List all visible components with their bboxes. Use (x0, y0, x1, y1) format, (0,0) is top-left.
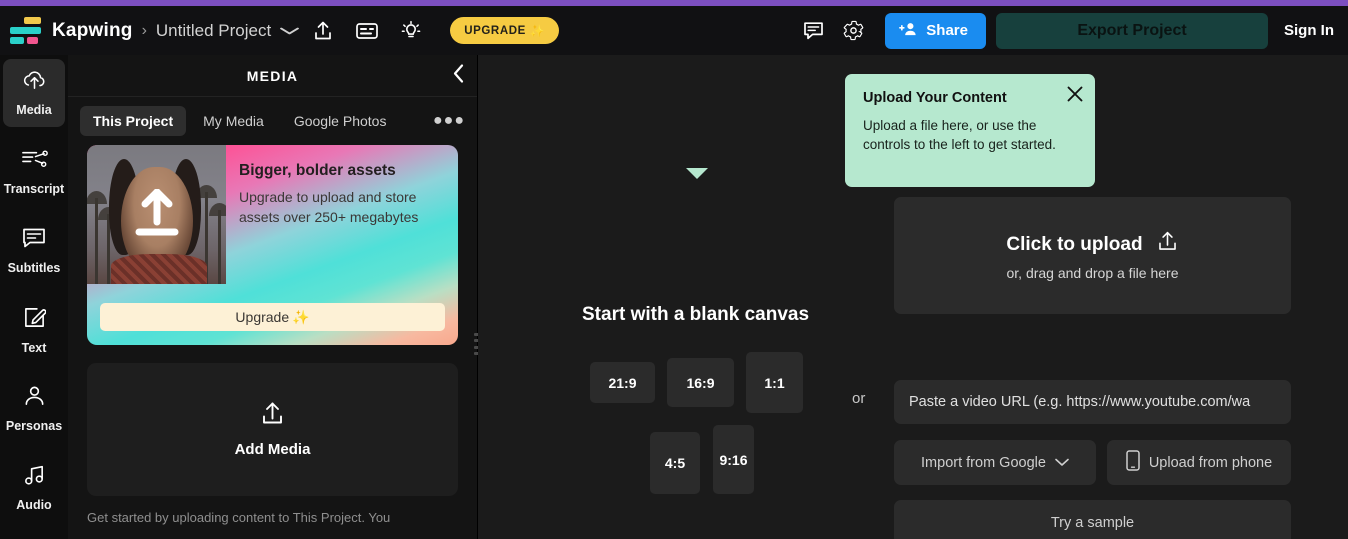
click-to-upload-dropzone[interactable]: Click to upload or, drag and drop a file… (894, 197, 1291, 314)
media-panel-header: MEDIA (68, 55, 477, 97)
lightbulb-icon[interactable] (394, 14, 428, 48)
breadcrumb-separator: › (141, 21, 147, 39)
upload-main-label: Click to upload (1006, 233, 1143, 255)
close-icon[interactable] (1066, 85, 1084, 103)
left-navigation-rail: Media Transcript Subtitles Text Personas… (0, 55, 68, 539)
sidebar-item-transcript[interactable]: Transcript (3, 138, 65, 206)
add-media-dropzone[interactable]: Add Media (87, 363, 458, 496)
upload-main-row: Click to upload (1006, 230, 1178, 259)
sidebar-item-label: Transcript (3, 182, 65, 196)
media-panel-footer-note: Get started by uploading content to This… (87, 510, 391, 525)
upload-sub-label: or, drag and drop a file here (1006, 265, 1179, 281)
chevron-down-icon (1055, 455, 1069, 471)
export-project-button[interactable]: Export Project (996, 12, 1268, 49)
sidebar-item-subtitles[interactable]: Subtitles (3, 217, 65, 285)
phone-icon (1126, 450, 1140, 475)
captions-icon[interactable] (350, 14, 384, 48)
ratio-button-1-1[interactable]: 1:1 (746, 352, 803, 413)
sign-in-button[interactable]: Sign In (1284, 22, 1334, 39)
promo-body: Upgrade to upload and store assets over … (239, 189, 419, 226)
sidebar-item-text[interactable]: Text (3, 296, 65, 364)
promo-upgrade-button[interactable]: Upgrade ✨ (100, 303, 445, 331)
upload-phone-label: Upload from phone (1148, 454, 1273, 471)
header-right-group: Share Export Project Sign In (795, 12, 1348, 49)
tab-google-photos[interactable]: Google Photos (281, 106, 400, 136)
media-panel: MEDIA This Project My Media Google Photo… (68, 55, 477, 539)
ratio-button-21-9[interactable]: 21:9 (590, 362, 655, 403)
more-horizontal-icon[interactable]: ●●● (433, 113, 465, 129)
blank-canvas-title: Start with a blank canvas (582, 304, 810, 325)
sidebar-item-label: Personas (5, 419, 63, 433)
project-name[interactable]: Untitled Project (156, 21, 271, 41)
upload-icon (1156, 230, 1179, 259)
sparkle-icon: ✨ (292, 308, 310, 325)
video-url-input[interactable] (894, 380, 1291, 424)
text-edit-icon (23, 306, 47, 334)
add-person-icon (899, 21, 918, 41)
or-separator-label: or (852, 390, 866, 407)
ratio-button-16-9[interactable]: 16:9 (667, 358, 734, 407)
tooltip-arrow (686, 168, 708, 179)
upload-arrow-overlay-icon (129, 188, 185, 241)
brand-name[interactable]: Kapwing (52, 20, 133, 42)
project-dropdown-chevron-down-icon[interactable] (280, 23, 300, 38)
sidebar-item-label: Subtitles (7, 261, 61, 275)
sidebar-item-media[interactable]: Media (3, 59, 65, 127)
upgrade-promo-card[interactable]: Bigger, bolder assets Upgrade to upload … (87, 145, 458, 345)
add-media-label: Add Media (234, 441, 311, 458)
music-note-icon (23, 464, 46, 491)
sidebar-item-audio[interactable]: Audio (3, 454, 65, 522)
panel-title: MEDIA (246, 67, 299, 84)
share-button[interactable]: Share (885, 12, 986, 49)
import-google-label: Import from Google (921, 454, 1046, 471)
ratio-button-4-5[interactable]: 4:5 (650, 432, 700, 494)
collapse-panel-chevron-left-icon[interactable] (452, 63, 465, 88)
gear-icon[interactable] (835, 13, 871, 49)
import-from-google-button[interactable]: Import from Google (894, 440, 1096, 485)
canvas-stage: Upload Your Content Upload a file here, … (478, 55, 1348, 539)
promo-upgrade-label: Upgrade (235, 309, 290, 325)
promo-heading: Bigger, bolder assets (239, 162, 396, 179)
cloud-upload-icon (22, 69, 47, 96)
share-label: Share (926, 22, 968, 39)
kapwing-editor-window: Kapwing › Untitled Project UPGRADE ✨ Sha… (0, 0, 1348, 539)
upload-from-phone-button[interactable]: Upload from phone (1107, 440, 1291, 485)
person-icon (23, 385, 46, 412)
sidebar-item-label: Audio (16, 498, 52, 512)
upgrade-button[interactable]: UPGRADE ✨ (450, 17, 560, 44)
sidebar-item-label: Media (16, 103, 52, 117)
app-header: Kapwing › Untitled Project UPGRADE ✨ Sha… (0, 6, 1348, 55)
media-tabs: This Project My Media Google Photos ●●● (68, 97, 477, 145)
sidebar-item-label: Text (21, 340, 47, 355)
kapwing-logo-icon[interactable] (10, 16, 44, 46)
comment-icon[interactable] (795, 13, 831, 49)
promo-text-block: Bigger, bolder assets Upgrade to upload … (239, 161, 447, 228)
sparkle-icon: ✨ (529, 23, 546, 38)
share-upload-icon[interactable] (306, 14, 340, 48)
transcript-icon (21, 148, 48, 175)
sidebar-item-personas[interactable]: Personas (3, 375, 65, 443)
subtitles-icon (22, 227, 46, 254)
upload-tooltip: Upload Your Content Upload a file here, … (845, 74, 1095, 187)
promo-thumbnail (87, 145, 226, 284)
ratio-button-9-16[interactable]: 9:16 (713, 425, 754, 494)
tab-my-media[interactable]: My Media (190, 106, 277, 136)
upgrade-label: UPGRADE (464, 24, 526, 37)
try-a-sample-button[interactable]: Try a sample (894, 500, 1291, 539)
tooltip-body: Upload a file here, or use the controls … (863, 118, 1056, 153)
upload-icon (259, 401, 286, 432)
tab-this-project[interactable]: This Project (80, 106, 187, 136)
tooltip-title: Upload Your Content (863, 90, 1007, 106)
